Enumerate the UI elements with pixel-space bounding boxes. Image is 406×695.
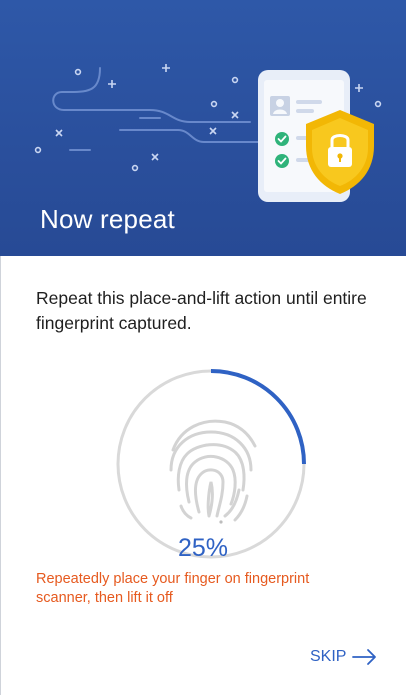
hint-text: Repeatedly place your finger on fingerpr… xyxy=(36,571,310,606)
header-banner: Now repeat xyxy=(0,0,406,256)
screen: Now repeat Repeat this place-and-lift ac… xyxy=(0,0,406,695)
fingerprint-icon xyxy=(169,419,257,522)
skip-button[interactable]: SKIP xyxy=(310,648,378,666)
skip-label: SKIP xyxy=(310,648,347,665)
page-title: Now repeat xyxy=(40,204,175,234)
enrollment-progress-ring xyxy=(113,366,309,562)
main-content: Repeat this place-and-lift action until … xyxy=(0,256,406,695)
arrow-right-icon xyxy=(352,649,377,665)
instruction-text: Repeat this place-and-lift action until … xyxy=(36,288,367,333)
progress-percent: 25% xyxy=(177,534,229,562)
